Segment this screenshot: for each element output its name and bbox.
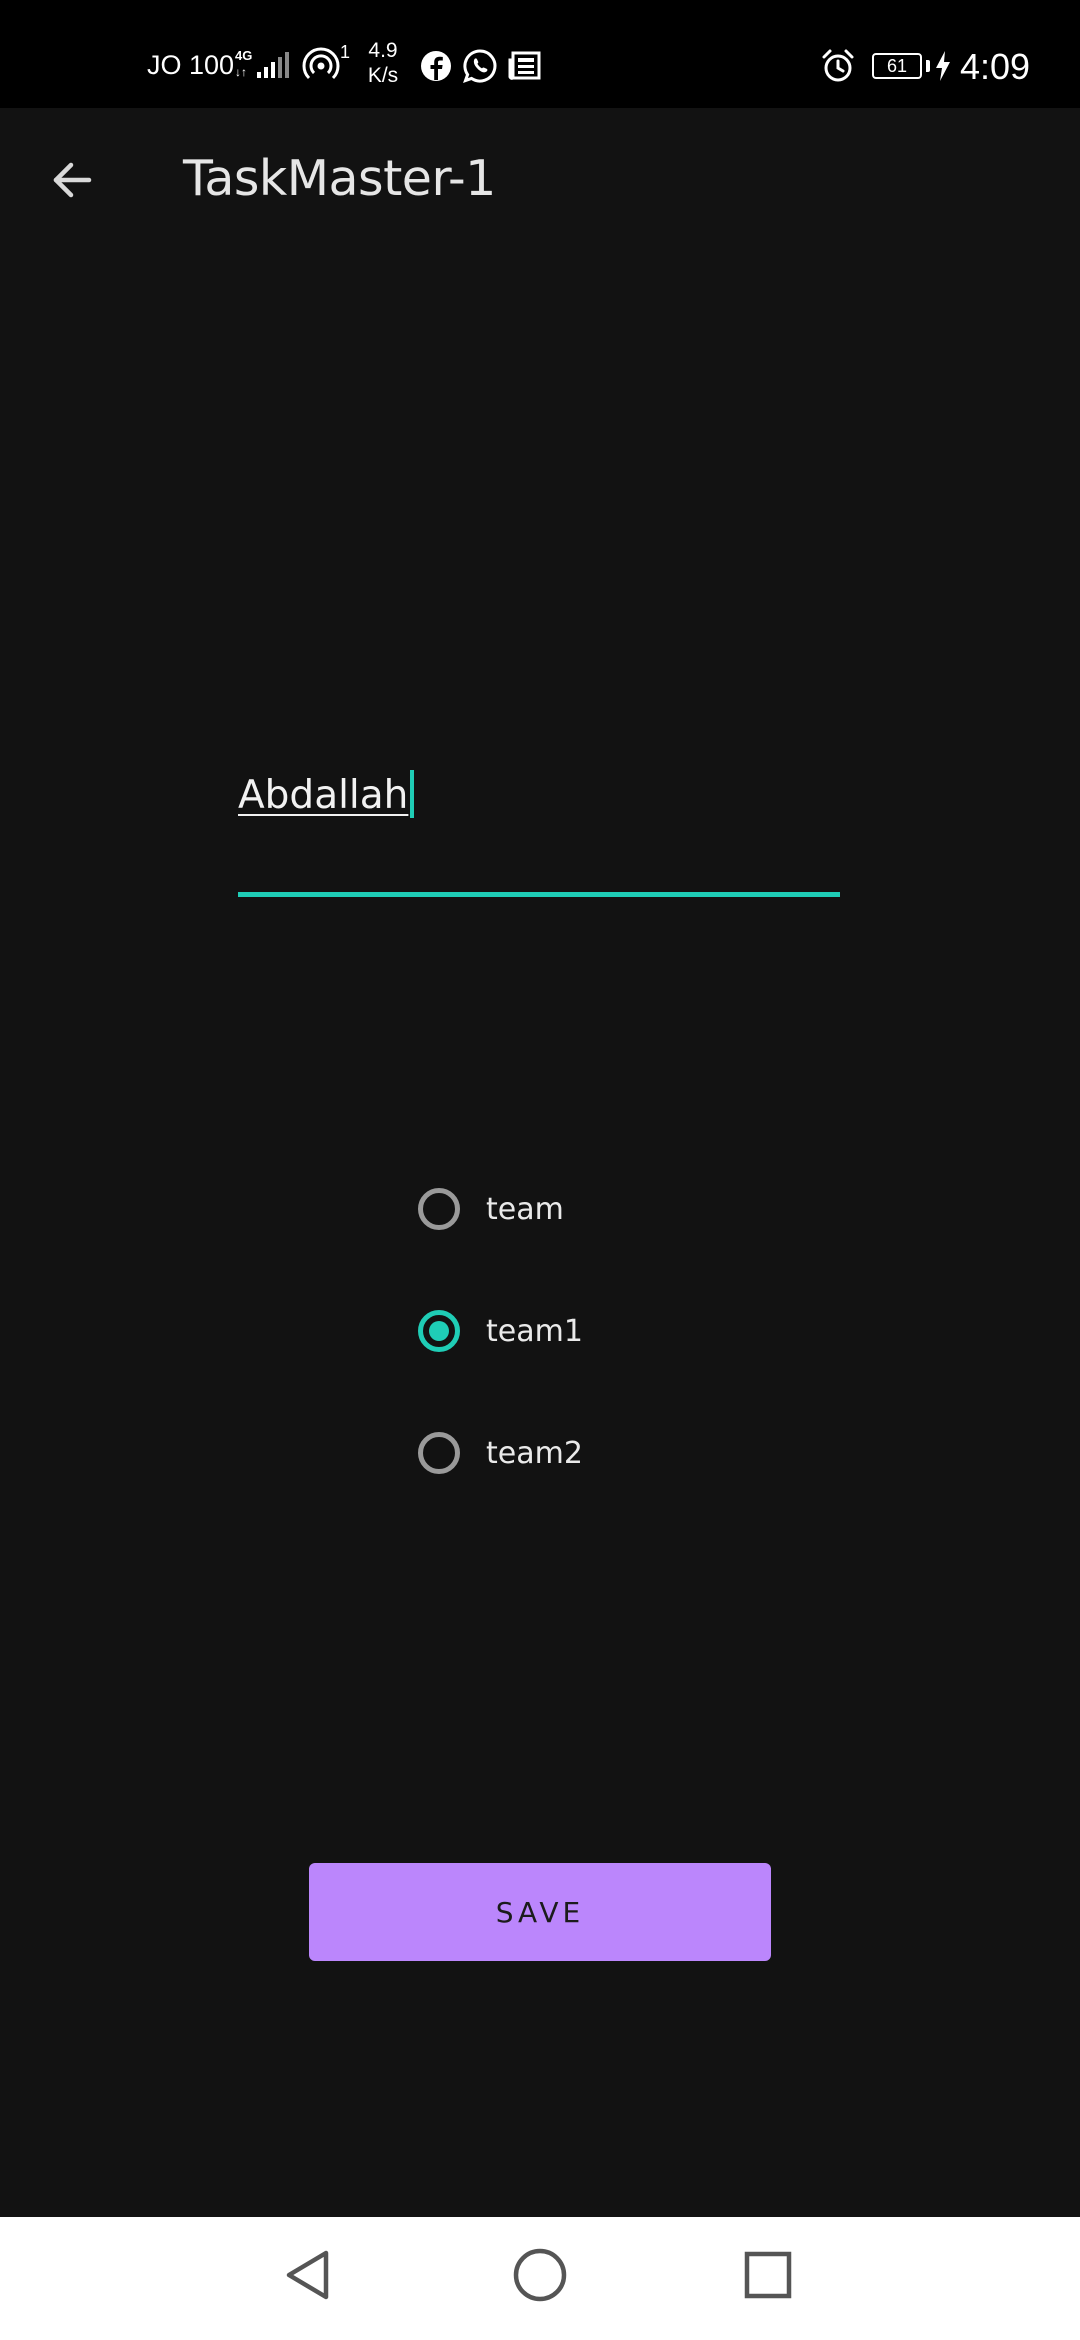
speed-unit: K/s — [367, 64, 399, 87]
radio-label: team1 — [486, 1313, 583, 1349]
charging-bolt-icon — [934, 50, 952, 86]
news-icon — [508, 50, 542, 86]
back-button[interactable] — [36, 146, 108, 218]
name-field-underline — [238, 892, 840, 897]
nav-home-button[interactable] — [500, 2237, 580, 2317]
radio-button[interactable] — [418, 1432, 460, 1474]
svg-text:↓↑: ↓↑ — [235, 65, 247, 79]
page-title: TaskMaster-1 — [183, 150, 496, 207]
battery-icon: 61 — [872, 53, 922, 79]
system-nav-bar — [0, 2217, 1080, 2340]
radio-team1[interactable]: team1 — [418, 1270, 738, 1392]
carrier-label: JO 100 — [147, 50, 235, 80]
radio-button[interactable] — [418, 1188, 460, 1230]
radio-button-selected[interactable] — [418, 1310, 460, 1352]
home-circle-icon — [512, 2247, 568, 2307]
nav-back-button[interactable] — [268, 2237, 348, 2317]
hotspot-count: 1 — [340, 42, 351, 62]
speed-value: 4.9 — [368, 39, 398, 62]
app-bar: TaskMaster-1 — [0, 108, 1080, 256]
status-bar: JO 100 4G ↓↑ 1 4.9 K/s 61 4:09 — [0, 0, 1080, 108]
clock: 4:09 — [960, 46, 1031, 87]
team-radio-group: team team1 team2 — [418, 1148, 738, 1514]
whatsapp-icon — [462, 48, 498, 88]
name-field-value-wrap: Abdallah — [238, 770, 415, 818]
signal-bars-icon: 4G ↓↑ — [235, 48, 299, 84]
back-triangle-icon — [282, 2248, 334, 2306]
network-type-label: 4G — [235, 48, 252, 63]
name-field[interactable]: Abdallah — [238, 750, 840, 900]
nav-recents-button[interactable] — [728, 2237, 808, 2317]
battery-level: 61 — [886, 56, 908, 76]
save-button[interactable]: SAVE — [309, 1863, 771, 1961]
radio-team[interactable]: team — [418, 1148, 738, 1270]
name-field-value: Abdallah — [238, 773, 409, 818]
hotspot-icon — [302, 46, 340, 88]
radio-team2[interactable]: team2 — [418, 1392, 738, 1514]
facebook-icon — [420, 50, 452, 86]
battery-terminal — [926, 60, 930, 72]
radio-label: team — [486, 1191, 564, 1227]
text-cursor — [410, 770, 415, 818]
alarm-icon — [820, 48, 856, 88]
network-speed: 4.9 K/s — [358, 38, 408, 88]
arrow-left-icon — [49, 157, 95, 207]
radio-label: team2 — [486, 1435, 583, 1471]
recents-square-icon — [743, 2250, 793, 2304]
